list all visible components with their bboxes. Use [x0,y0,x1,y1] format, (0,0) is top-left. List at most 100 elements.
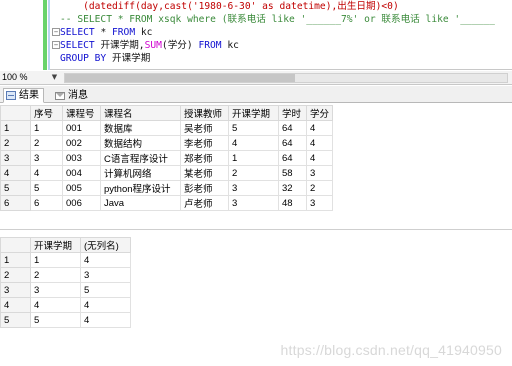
column-header[interactable]: 授课教师 [180,105,229,121]
grid-cell[interactable]: 64 [278,135,307,151]
grid-cell[interactable]: 32 [278,180,307,196]
result-grid-1[interactable]: 序号 课程号 课程名 授课教师 开课学期 学时 学分 1 1 001 数据库 吴老师 5 64 4 2 2 00… [0,105,334,211]
collapse-icon[interactable]: − [52,28,60,36]
code-line[interactable]: SELECT 开课学期,SUM(学分) FROM kc [60,39,512,52]
grid-cell[interactable]: 4 [80,312,131,328]
row-number[interactable]: 4 [0,165,31,181]
grid-cell[interactable]: 郑老师 [180,150,229,166]
code-line[interactable]: -- SELECT * FROM xsqk where (联系电话 like '… [60,13,512,26]
table-row[interactable]: 4 4 004 计算机网络 某老师 2 58 3 [0,165,334,181]
table-row[interactable]: 223 [0,267,131,283]
grid-cell[interactable]: 4 [80,252,131,268]
grid-cell[interactable]: 卢老师 [180,195,229,211]
table-row[interactable]: 2 2 002 数据结构 李老师 4 64 4 [0,135,334,151]
row-number[interactable]: 1 [0,120,31,136]
grid-cell[interactable]: 吴老师 [180,120,229,136]
grid-cell[interactable]: 4 [305,150,334,166]
zoom-level[interactable]: 100 % [2,72,28,82]
row-number[interactable]: 4 [0,297,31,313]
grid-cell[interactable]: 5 [80,282,131,298]
table-row[interactable]: 554 [0,312,131,328]
grid-cell[interactable]: 4 [80,297,131,313]
grid-cell[interactable]: 计算机网络 [100,165,181,181]
table-row[interactable]: 444 [0,297,131,313]
row-number[interactable]: 2 [0,135,31,151]
grid-cell[interactable]: 彭老师 [180,180,229,196]
grid-cell[interactable]: 2 [30,267,81,283]
grid-cell[interactable]: Java [100,195,181,211]
grid-cell[interactable]: 006 [62,195,101,211]
grid-cell[interactable]: 4 [30,297,81,313]
table-row[interactable]: 3 3 003 C语言程序设计 郑老师 1 64 4 [0,150,334,166]
grid-cell[interactable]: 某老师 [180,165,229,181]
grid-cell[interactable]: 1 [30,120,63,136]
grid-cell[interactable]: 2 [228,165,279,181]
grid-cell[interactable]: 4 [305,120,334,136]
grid-cell[interactable]: 5 [30,180,63,196]
horizontal-scrollbar[interactable] [64,73,508,83]
column-header[interactable]: 学时 [278,105,307,121]
row-number[interactable]: 5 [0,180,31,196]
grid-cell[interactable]: 3 [305,195,334,211]
scrollbar-thumb[interactable] [65,74,295,82]
grid-cell[interactable]: 4 [305,135,334,151]
result-grid-2[interactable]: 开课学期 (无列名) 114223335444554 [0,237,131,328]
column-header[interactable]: 课程号 [62,105,101,121]
grid-cell[interactable]: 64 [278,150,307,166]
grid-cell[interactable]: 5 [30,312,81,328]
grid-cell[interactable]: 李老师 [180,135,229,151]
column-header[interactable]: 课程名 [100,105,181,121]
grid-cell[interactable]: 48 [278,195,307,211]
grid-cell[interactable]: 6 [30,195,63,211]
grid-cell[interactable]: 001 [62,120,101,136]
grid-cell[interactable]: 2 [305,180,334,196]
column-header[interactable]: 序号 [30,105,63,121]
grid-cell[interactable]: 002 [62,135,101,151]
row-number[interactable]: 1 [0,252,31,268]
grid-cell[interactable]: 2 [30,135,63,151]
row-number[interactable]: 3 [0,282,31,298]
table-row[interactable]: 114 [0,252,131,268]
chevron-down-icon[interactable]: ▼ [50,73,59,82]
grid-cell[interactable]: python程序设计 [100,180,181,196]
grid-cell[interactable]: 64 [278,120,307,136]
column-header[interactable]: (无列名) [80,237,131,253]
grid-cell[interactable]: 3 [228,180,279,196]
grid-cell[interactable]: 数据库 [100,120,181,136]
collapse-icon[interactable]: − [52,41,60,49]
grid-corner[interactable] [0,105,31,121]
grid-cell[interactable]: C语言程序设计 [100,150,181,166]
table-row[interactable]: 335 [0,282,131,298]
grid-cell[interactable]: 3 [228,195,279,211]
row-number[interactable]: 6 [0,195,31,211]
column-header[interactable]: 开课学期 [30,237,81,253]
grid-cell[interactable]: 003 [62,150,101,166]
code-line[interactable]: GROUP BY 开课学期 [60,52,512,65]
table-row[interactable]: 5 5 005 python程序设计 彭老师 3 32 2 [0,180,334,196]
table-row[interactable]: 1 1 001 数据库 吴老师 5 64 4 [0,120,334,136]
code-line[interactable]: SELECT * FROM kc [60,26,512,39]
sql-editor[interactable]: − − (datediff(day,cast('1980-6-30' as da… [0,0,512,70]
row-number[interactable]: 5 [0,312,31,328]
grid-cell[interactable]: 5 [228,120,279,136]
grid-corner[interactable] [0,237,31,253]
grid-cell[interactable]: 4 [30,165,63,181]
table-row[interactable]: 6 6 006 Java 卢老师 3 48 3 [0,195,334,211]
grid-cell[interactable]: 1 [228,150,279,166]
grid-cell[interactable]: 58 [278,165,307,181]
column-header[interactable]: 学分 [305,105,334,121]
row-number[interactable]: 3 [0,150,31,166]
grid-cell[interactable]: 004 [62,165,101,181]
grid-cell[interactable]: 3 [30,282,81,298]
grid-cell[interactable]: 1 [30,252,81,268]
code-area[interactable]: (datediff(day,cast('1980-6-30' as dateti… [60,0,512,65]
column-header[interactable]: 开课学期 [228,105,279,121]
tab-results[interactable]: 结果 [3,88,44,103]
grid-cell[interactable]: 数据结构 [100,135,181,151]
tab-messages[interactable]: 消息 [52,88,93,103]
code-line[interactable]: (datediff(day,cast('1980-6-30' as dateti… [60,0,512,13]
row-number[interactable]: 2 [0,267,31,283]
grid-cell[interactable]: 005 [62,180,101,196]
grid-cell[interactable]: 3 [80,267,131,283]
grid-cell[interactable]: 4 [228,135,279,151]
